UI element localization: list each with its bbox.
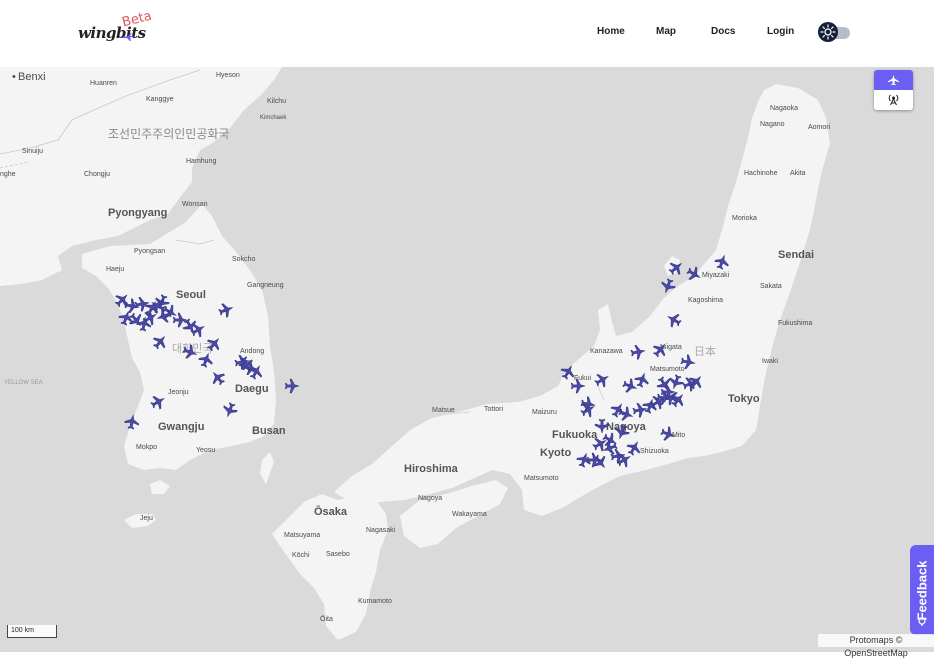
label-sokcho: Sokcho (232, 256, 255, 263)
label-seoul: Seoul (176, 289, 206, 301)
label-nghe: nghe (0, 171, 16, 178)
label-benxi-dot: • (12, 71, 16, 83)
map-scale-bar: 100 km (7, 625, 57, 638)
label-hachinohe: Aomori (808, 124, 831, 131)
label-yellow-sea: YELLOW SEA (4, 380, 43, 386)
label-matsuyama: Nagoya (418, 495, 442, 502)
label-kanggye: Kanggye (146, 96, 174, 103)
label-mokpo: Mokpo (136, 444, 157, 451)
label-sakata: Morioka (732, 215, 757, 222)
label-nagaoka: Kagoshima (688, 297, 723, 304)
label-morioka: Akita (790, 170, 806, 177)
label-shizuoka: Mito (672, 432, 685, 439)
label-kumamoto: Sasebo (326, 551, 350, 558)
label-andong: Andong (240, 348, 264, 355)
label-wonsan: Wonsan (182, 201, 208, 208)
label-jeonju: Jeonju (168, 389, 189, 396)
label-kagoshima: Ōita (320, 615, 333, 623)
map-attribution[interactable]: Protomaps © OpenStreetMap (818, 634, 934, 658)
label-kimchaek: Kimchaek (260, 115, 287, 121)
theme-toggle[interactable] (818, 22, 850, 44)
label-osaka: Kyoto (540, 447, 571, 459)
station-mode-button[interactable] (874, 90, 913, 110)
label-fukuoka: Ōsaka (314, 506, 348, 518)
label-wakayama: Matsumoto (524, 475, 559, 482)
aircraft-icon (284, 378, 300, 394)
label-mito: Iwaki (762, 358, 778, 365)
feedback-button[interactable]: Feedback (910, 545, 934, 635)
label-haeju: Haeju (106, 266, 124, 273)
label-iwaki: Fukushima (778, 320, 812, 327)
map-canvas[interactable]: Benxi • Huanren Hyeson Kanggye Kilchu Ki… (0, 67, 934, 652)
label-sasebo: Matsuyama (284, 532, 320, 539)
label-fukushima: Sakata (760, 283, 782, 290)
flight-map[interactable]: Benxi • Huanren Hyeson Kanggye Kilchu Ki… (0, 67, 934, 652)
label-hiroshima: Hiroshima (404, 463, 459, 475)
aircraft-marker[interactable] (284, 378, 300, 394)
label-sinuiju: Sinuiju (22, 148, 43, 155)
label-kyoto: Fukuoka (552, 429, 598, 441)
label-miyazaki: Kumamoto (358, 598, 392, 605)
label-maizuru: Maizuru (532, 409, 557, 416)
nav-docs-link[interactable]: Docs (711, 26, 735, 37)
label-matsue: Matsue (432, 407, 455, 414)
label-matsumoto: Matsumoto (650, 366, 685, 373)
page-footer-strip (0, 652, 934, 656)
label-pyongsan: Pyongsan (134, 248, 165, 255)
antenna-icon (888, 94, 899, 106)
lightbulb-icon (918, 617, 926, 626)
label-kilchu: Kilchu (267, 98, 286, 105)
label-benxi: Benxi (18, 71, 46, 83)
label-oita: Nagasaki (366, 527, 396, 534)
nav-home-link[interactable]: Home (597, 26, 625, 37)
label-tottori: Tottori (484, 406, 504, 413)
label-busan: Busan (252, 425, 286, 437)
beta-badge: Beta (120, 8, 154, 31)
map-mode-controls (874, 70, 913, 110)
label-kochi: Wakayama (452, 511, 487, 518)
label-daegu: Daegu (235, 383, 269, 395)
label-japan: 日本 (694, 344, 716, 358)
label-nagasaki: Kōchi (292, 552, 310, 559)
honshu (334, 84, 830, 516)
nav-map-link[interactable]: Map (656, 26, 676, 37)
wingbits-logo[interactable]: wingbits Beta (78, 9, 168, 54)
label-tokyo: Tokyo (728, 393, 760, 405)
airplane-icon (888, 75, 899, 86)
label-hyeson: Hyeson (216, 72, 240, 79)
label-akita: Hachinohe (744, 170, 778, 177)
label-dprk: 조선민주주의인민공화국 (108, 127, 229, 141)
label-yeosu: Yeosu (196, 447, 215, 454)
label-niigata: Miyazaki (702, 272, 730, 279)
nav-login-link[interactable]: Login (767, 26, 794, 37)
label-huanren: Huanren (90, 80, 117, 87)
label-gwangju: Gwangju (158, 421, 204, 433)
top-navigation-bar: wingbits Beta Home Map Docs Login (0, 0, 934, 67)
theme-toggle-knob (818, 22, 838, 42)
label-sendai: Sendai (778, 249, 814, 261)
label-gangneung: Gangneung (247, 282, 284, 289)
label-aomori: Nagaoka (770, 105, 798, 112)
label-kanazawa: Kanazawa (590, 348, 623, 355)
label-chongju: Chongju (84, 171, 110, 178)
label-hamamatsu: Shizuoka (640, 448, 669, 455)
label-pyongyang: Pyongyang (108, 207, 167, 219)
logo-plane-icon (118, 33, 134, 41)
label-jeju: Jeju (140, 515, 153, 522)
label-hirosaki: Nagano (760, 121, 785, 128)
sun-icon (820, 24, 836, 40)
label-hamhung: Hamhung (186, 158, 216, 165)
scale-label: 100 km (11, 627, 34, 634)
aircraft-mode-button[interactable] (874, 70, 913, 90)
